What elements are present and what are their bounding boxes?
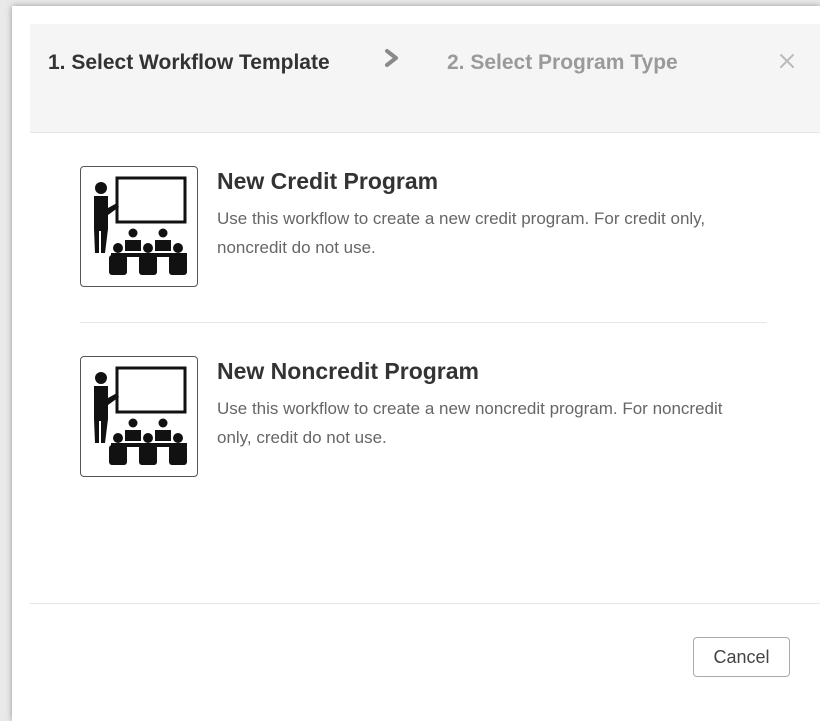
- cancel-button[interactable]: Cancel: [693, 637, 790, 677]
- workflow-option-new-credit-program[interactable]: New Credit Program Use this workflow to …: [80, 166, 730, 290]
- option-divider: [80, 322, 767, 323]
- option-description: Use this workflow to create a new credit…: [217, 209, 706, 257]
- close-icon: [772, 54, 802, 79]
- workflow-option-list: New Credit Program Use this workflow to …: [30, 133, 820, 603]
- dialog-header: 1. Select Workflow Template 2. Select Pr…: [30, 24, 820, 133]
- classroom-icon: [80, 166, 198, 287]
- workflow-dialog: 1. Select Workflow Template 2. Select Pr…: [12, 6, 820, 721]
- option-description: Use this workflow to create a new noncre…: [217, 399, 723, 447]
- chevron-right-icon: [380, 46, 404, 70]
- footer-divider: [30, 603, 820, 604]
- step-1-label: 1. Select Workflow Template: [48, 51, 330, 74]
- option-title: New Credit Program: [217, 168, 439, 194]
- close-button[interactable]: [772, 46, 802, 76]
- classroom-icon: [80, 356, 198, 477]
- option-title: New Noncredit Program: [217, 358, 479, 384]
- step-2-label: 2. Select Program Type: [447, 51, 678, 74]
- workflow-option-new-noncredit-program[interactable]: New Noncredit Program Use this workflow …: [80, 356, 730, 480]
